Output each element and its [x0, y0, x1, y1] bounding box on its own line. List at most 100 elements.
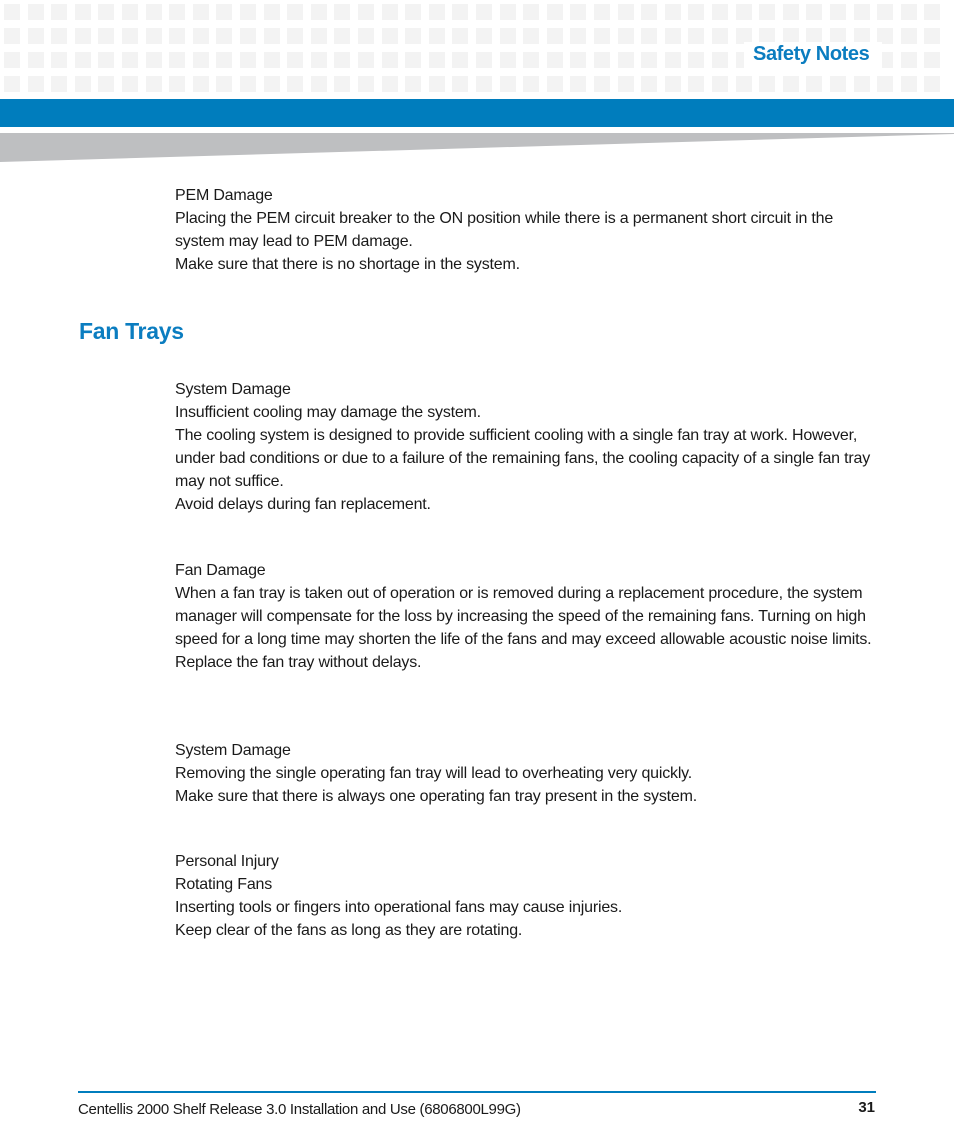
grid-square: [570, 52, 587, 68]
grid-square: [192, 4, 209, 20]
grid-square: [570, 76, 587, 92]
grid-square: [405, 52, 422, 68]
notice-heading: Personal Injury: [175, 853, 279, 870]
grid-square: [617, 4, 634, 20]
grid-square: [900, 28, 917, 44]
grid-square: [358, 28, 374, 44]
grid-square: [499, 52, 516, 68]
grid-square: [476, 28, 492, 44]
grid-square: [216, 76, 233, 92]
grid-square: [688, 4, 705, 20]
grid-square: [405, 28, 422, 44]
grid-square: [240, 76, 256, 92]
notice-heading: PEM Damage: [175, 187, 273, 204]
grid-square: [98, 76, 115, 92]
grid-square: [358, 76, 374, 92]
grid-square: [51, 4, 68, 20]
grid-square: [759, 4, 776, 20]
grid-square: [240, 52, 256, 68]
grid-square: [688, 28, 705, 44]
grid-square: [499, 28, 516, 44]
grid-square: [523, 4, 540, 20]
notice-heading: Fan Damage: [175, 562, 266, 579]
grid-square: [51, 28, 68, 44]
grid-square: [145, 76, 162, 92]
grid-square: [51, 52, 68, 68]
grid-square: [122, 28, 138, 44]
grid-square: [4, 52, 20, 68]
grid-square: [27, 52, 44, 68]
grid-square: [381, 28, 398, 44]
grid-square: [499, 4, 516, 20]
notice-system-damage-cooling: System Damage Insufficient cooling may d…: [175, 378, 875, 516]
notice-text: The cooling system is designed to provid…: [175, 427, 871, 490]
grid-square: [900, 52, 917, 68]
grid-square: [169, 52, 186, 68]
grid-square: [74, 52, 91, 68]
grid-square: [641, 76, 658, 92]
notice-text: Replace the fan tray without delays.: [175, 654, 422, 671]
grid-square: [688, 52, 705, 68]
grid-square: [263, 4, 280, 20]
grid-square: [924, 4, 941, 20]
grid-square: [712, 76, 728, 92]
grid-square: [358, 52, 374, 68]
grid-square: [476, 76, 492, 92]
grid-square: [546, 4, 563, 20]
grid-square: [310, 4, 327, 20]
notice-system-damage-overheating: System Damage Removing the single operat…: [175, 739, 875, 808]
grid-square: [428, 52, 445, 68]
grid-square: [546, 28, 563, 44]
grid-square: [924, 52, 941, 68]
grid-square: [594, 28, 610, 44]
grid-square: [27, 76, 44, 92]
grid-square: [499, 76, 516, 92]
notice-text: Insufficient cooling may damage the syst…: [175, 404, 481, 421]
gray-wedge-shape: [0, 133, 954, 162]
grid-square: [523, 76, 540, 92]
grid-square: [240, 4, 256, 20]
notice-text: Rotating Fans: [175, 876, 273, 893]
grid-square: [877, 4, 894, 20]
notice-heading: System Damage: [175, 742, 291, 759]
grid-square: [381, 4, 398, 20]
grid-square: [523, 28, 540, 44]
grid-square: [759, 76, 776, 92]
grid-square: [900, 4, 917, 20]
notice-personal-injury: Personal Injury Rotating Fans Inserting …: [175, 850, 875, 942]
grid-square: [428, 76, 445, 92]
grid-square: [830, 76, 846, 92]
grid-square: [830, 4, 846, 20]
header-gray-wedge: [0, 133, 954, 162]
grid-square: [310, 76, 327, 92]
grid-square: [853, 4, 870, 20]
grid-square: [287, 76, 304, 92]
footer-rule: [78, 1091, 876, 1093]
grid-square: [664, 76, 681, 92]
notice-text: Make sure that there is always one opera…: [175, 788, 697, 805]
grid-square: [546, 76, 563, 92]
grid-square: [617, 76, 634, 92]
grid-square: [641, 52, 658, 68]
grid-square: [334, 76, 351, 92]
notice-pem-damage: PEM Damage Placing the PEM circuit break…: [175, 184, 875, 276]
grid-square: [263, 76, 280, 92]
grid-square: [358, 4, 374, 20]
grid-square: [924, 28, 941, 44]
grid-square: [735, 4, 752, 20]
grid-square: [192, 28, 209, 44]
grid-square: [4, 76, 20, 92]
grid-square: [641, 4, 658, 20]
footer-document-title: Centellis 2000 Shelf Release 3.0 Install…: [78, 1101, 521, 1118]
grid-square: [334, 4, 351, 20]
grid-square: [735, 76, 752, 92]
grid-square: [310, 52, 327, 68]
notice-text: Removing the single operating fan tray w…: [175, 765, 693, 782]
grid-square: [617, 52, 634, 68]
grid-square: [27, 28, 44, 44]
grid-square: [617, 28, 634, 44]
grid-square: [664, 4, 681, 20]
grid-square: [853, 76, 870, 92]
grid-square: [310, 28, 327, 44]
grid-square: [98, 28, 115, 44]
